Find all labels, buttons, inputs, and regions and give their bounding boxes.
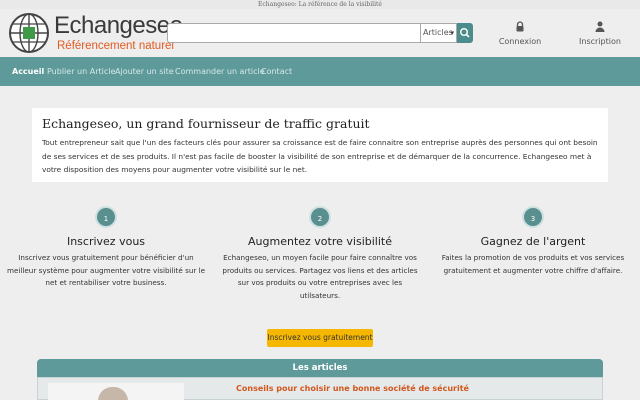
search-icon	[460, 27, 470, 38]
step-number-badge: 1	[95, 206, 117, 228]
step-2: 2 Augmentez votre visibilité Echangeseo,…	[220, 206, 420, 302]
signup-link[interactable]: Inscription	[570, 21, 630, 55]
nav-item-commander-article[interactable]: Commander un article	[175, 57, 265, 86]
intro-card: Echangeseo, un grand fournisseur de traf…	[32, 108, 608, 182]
article-thumbnail-figure	[98, 387, 128, 400]
logo-title: Echangeseo	[54, 12, 183, 39]
step-title: Gagnez de l'argent	[480, 235, 586, 248]
top-tagline: Echangeseo: La référence de la visibilit…	[0, 0, 640, 9]
article-title-link[interactable]: Conseils pour choisir une bonne société …	[236, 384, 469, 393]
search-category-select[interactable]: Articles ▾	[420, 23, 457, 43]
login-link[interactable]: Connexion	[490, 21, 550, 55]
step-number-badge: 3	[522, 206, 544, 228]
step-1: 1 Inscrivez vous Inscrivez vous gratuite…	[6, 206, 206, 290]
header: Echangeseo Référencement naturel Article…	[0, 9, 640, 57]
search-category-value: Articles	[423, 28, 453, 37]
articles-heading: Les articles	[37, 359, 603, 377]
signup-free-button[interactable]: Inscrivez vous gratuitement	[267, 329, 373, 347]
search-bar: Articles ▾	[167, 23, 473, 43]
user-icon	[595, 21, 605, 32]
signup-label: Inscription	[579, 37, 621, 46]
articles-section: Les articles Conseils pour choisir une b…	[37, 359, 603, 400]
intro-title: Echangeseo, un grand fournisseur de traf…	[42, 116, 370, 131]
nav-item-publier-article[interactable]: Publier un Article	[47, 57, 115, 86]
lock-icon	[516, 21, 524, 32]
chevron-down-icon: ▾	[450, 29, 454, 37]
article-list: Conseils pour choisir une bonne société …	[37, 377, 603, 400]
step-text: Inscrivez vous gratuitement pour bénéfic…	[6, 253, 206, 287]
step-title: Inscrivez vous	[66, 235, 146, 248]
nav-item-accueil[interactable]: Accueil	[12, 57, 44, 86]
intro-text: Tout entrepreneur sait que l'un des fact…	[42, 138, 598, 174]
site-logo[interactable]: Echangeseo Référencement naturel	[8, 11, 183, 57]
search-button[interactable]	[457, 23, 473, 43]
step-text: Faites la promotion de vos produits et v…	[441, 253, 625, 275]
nav-item-contact[interactable]: Contact	[261, 57, 292, 86]
search-input[interactable]	[167, 23, 421, 43]
logo-subtitle: Référencement naturel	[57, 40, 174, 52]
step-title: Augmentez votre visibilité	[248, 235, 392, 248]
globe-icon	[9, 13, 49, 53]
main-nav: Accueil Publier un Article Ajouter un si…	[0, 57, 640, 86]
step-text: Echangeseo, un moyen facile pour faire c…	[222, 253, 418, 300]
article-thumbnail[interactable]	[48, 383, 184, 400]
step-3: 3 Gagnez de l'argent Faites la promotion…	[433, 206, 633, 277]
nav-item-ajouter-site[interactable]: Ajouter un site	[115, 57, 174, 86]
login-label: Connexion	[498, 37, 542, 46]
step-number-badge: 2	[309, 206, 331, 228]
